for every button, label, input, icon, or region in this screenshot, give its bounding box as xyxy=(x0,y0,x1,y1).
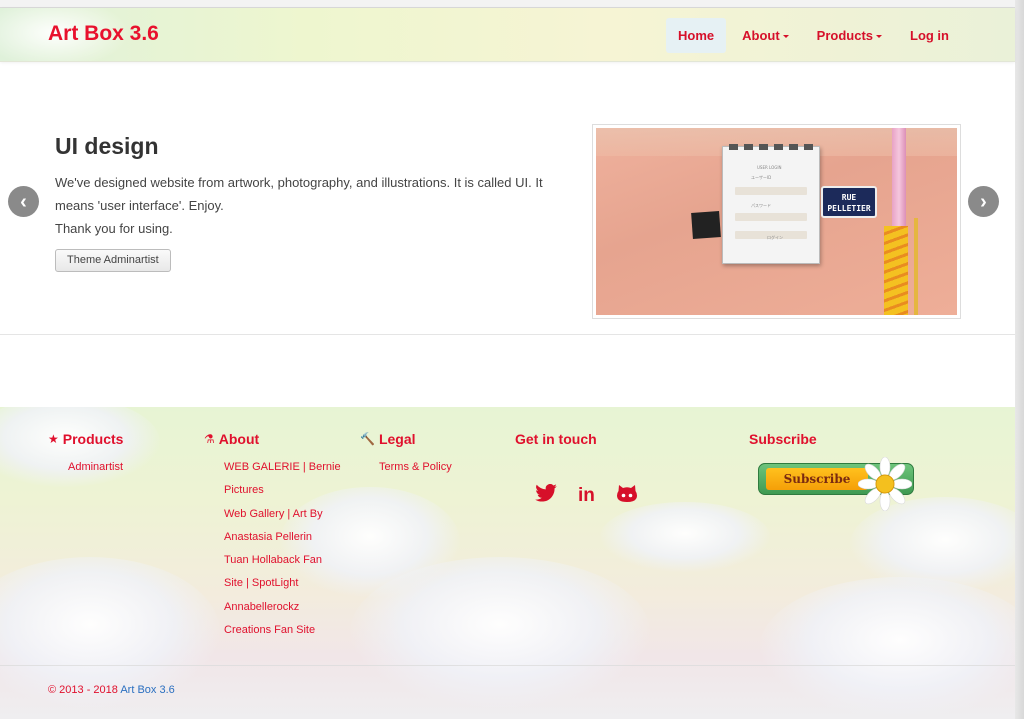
footer-about-heading: ⚗ About xyxy=(204,431,341,447)
gavel-icon: 🔨 xyxy=(360,432,375,446)
login-card-pass-label: パスワード xyxy=(751,203,771,208)
nav-login-label: Log in xyxy=(910,28,949,43)
yellow-pipe-wrap xyxy=(884,226,908,315)
street-sign-line2: PELLETIER xyxy=(827,204,871,213)
footer: ★ Products Adminartist ⚗ About WEB GALERIE… xyxy=(0,407,1015,719)
main-nav: Home About Products Log in xyxy=(665,18,961,53)
slide-description: We've designed website from artwork, pho… xyxy=(55,171,555,240)
daisy-icon xyxy=(858,457,912,511)
chevron-right-icon: › xyxy=(980,190,987,213)
linkedin-icon[interactable]: in xyxy=(578,485,595,507)
footer-legal-heading: 🔨 Legal xyxy=(360,431,452,447)
nav-login[interactable]: Log in xyxy=(898,18,961,53)
copyright-link[interactable]: Art Box 3.6 xyxy=(120,684,174,696)
hero-carousel: ‹ UI design We've designed website from … xyxy=(0,63,1015,335)
nav-about-dropdown[interactable]: About xyxy=(730,18,801,53)
carousel-next-button[interactable]: › xyxy=(968,186,999,217)
cloud-decoration xyxy=(350,557,650,707)
slide-image-photo: USER LOGIN ユーザーID パスワード ログイン RUE PELLETI… xyxy=(596,128,957,315)
footer-about-heading-text: About xyxy=(218,431,260,447)
footer-about-column: ⚗ About WEB GALERIE | Bernie Pictures Web… xyxy=(204,431,341,642)
footer-about-link[interactable]: Annabellerockz xyxy=(224,596,341,619)
street-sign: RUE PELLETIER xyxy=(821,186,877,218)
footer-about-link[interactable]: Tuan Hollaback Fan xyxy=(224,549,341,572)
footer-products-heading: ★ Products xyxy=(48,431,123,447)
footer-products-link[interactable]: Adminartist xyxy=(68,456,123,479)
nav-home[interactable]: Home xyxy=(665,18,727,53)
cloud-decoration xyxy=(600,502,770,572)
footer-about-link[interactable]: Anastasia Pellerin xyxy=(224,526,341,549)
wall-patch xyxy=(691,211,721,239)
caret-down-icon xyxy=(782,35,789,38)
twitter-icon[interactable] xyxy=(535,483,557,507)
copyright: © 2013 - 2018 Art Box 3.6 xyxy=(48,684,175,696)
footer-terms-link[interactable]: Terms & Policy xyxy=(379,456,452,479)
footer-contact-column: Get in touch xyxy=(515,431,597,447)
window-top-edge xyxy=(0,0,1024,8)
star-icon: ★ xyxy=(48,432,59,446)
footer-contact-heading: Get in touch xyxy=(515,431,597,447)
footer-about-link[interactable]: Creations Fan Site xyxy=(224,619,341,642)
login-card-title: USER LOGIN xyxy=(757,165,782,170)
nav-products-label: Products xyxy=(816,28,873,43)
github-icon[interactable] xyxy=(616,483,638,508)
footer-about-link[interactable]: WEB GALERIE | Bernie xyxy=(224,456,341,479)
slide-text-line: Thank you for using. xyxy=(55,221,173,236)
navbar: Art Box 3.6 Home About Products Log in xyxy=(0,8,1015,62)
copyright-text: © 2013 - 2018 xyxy=(48,684,121,696)
login-card-illustration: USER LOGIN ユーザーID パスワード ログイン xyxy=(722,144,820,264)
login-card-user-label: ユーザーID xyxy=(751,175,772,180)
slide-text-line: means 'user interface'. Enjoy. xyxy=(55,198,224,213)
brand-logo[interactable]: Art Box 3.6 xyxy=(48,22,159,46)
nav-home-label: Home xyxy=(677,28,715,43)
footer-about-link[interactable]: Site | SpotLight xyxy=(224,572,341,595)
cloud-decoration xyxy=(760,577,1015,717)
pole xyxy=(914,218,918,315)
slide-image: USER LOGIN ユーザーID パスワード ログイン RUE PELLETI… xyxy=(592,124,961,319)
nav-about-label: About xyxy=(742,28,780,43)
slide-text-line: We've designed website from artwork, pho… xyxy=(55,175,543,190)
chevron-left-icon: ‹ xyxy=(20,190,27,213)
carousel-prev-button[interactable]: ‹ xyxy=(8,186,39,217)
subscribe-button-label: Subscribe xyxy=(766,468,868,490)
flask-icon: ⚗ xyxy=(204,432,215,446)
footer-divider xyxy=(0,665,1015,666)
street-sign-line1: RUE xyxy=(841,193,857,202)
footer-products-heading-text: Products xyxy=(62,431,124,447)
footer-subscribe-column: Subscribe xyxy=(749,431,817,447)
theme-adminartist-button[interactable]: Theme Adminartist xyxy=(55,249,171,272)
footer-about-link[interactable]: Pictures xyxy=(224,479,341,502)
footer-legal-heading-text: Legal xyxy=(378,431,416,447)
footer-subscribe-heading: Subscribe xyxy=(749,431,817,447)
login-card-button: ログイン xyxy=(767,235,783,240)
window-scrollbar[interactable] xyxy=(1015,0,1024,719)
footer-legal-column: 🔨 Legal Terms & Policy xyxy=(360,431,452,479)
subscribe-button[interactable]: Subscribe xyxy=(758,457,914,519)
footer-about-link[interactable]: Web Gallery | Art By xyxy=(224,503,341,526)
caret-down-icon xyxy=(876,35,882,38)
footer-products-column: ★ Products Adminartist xyxy=(48,431,123,479)
social-links: in xyxy=(535,483,638,508)
slide-title: UI design xyxy=(55,133,159,159)
nav-products-dropdown[interactable]: Products xyxy=(805,18,894,53)
